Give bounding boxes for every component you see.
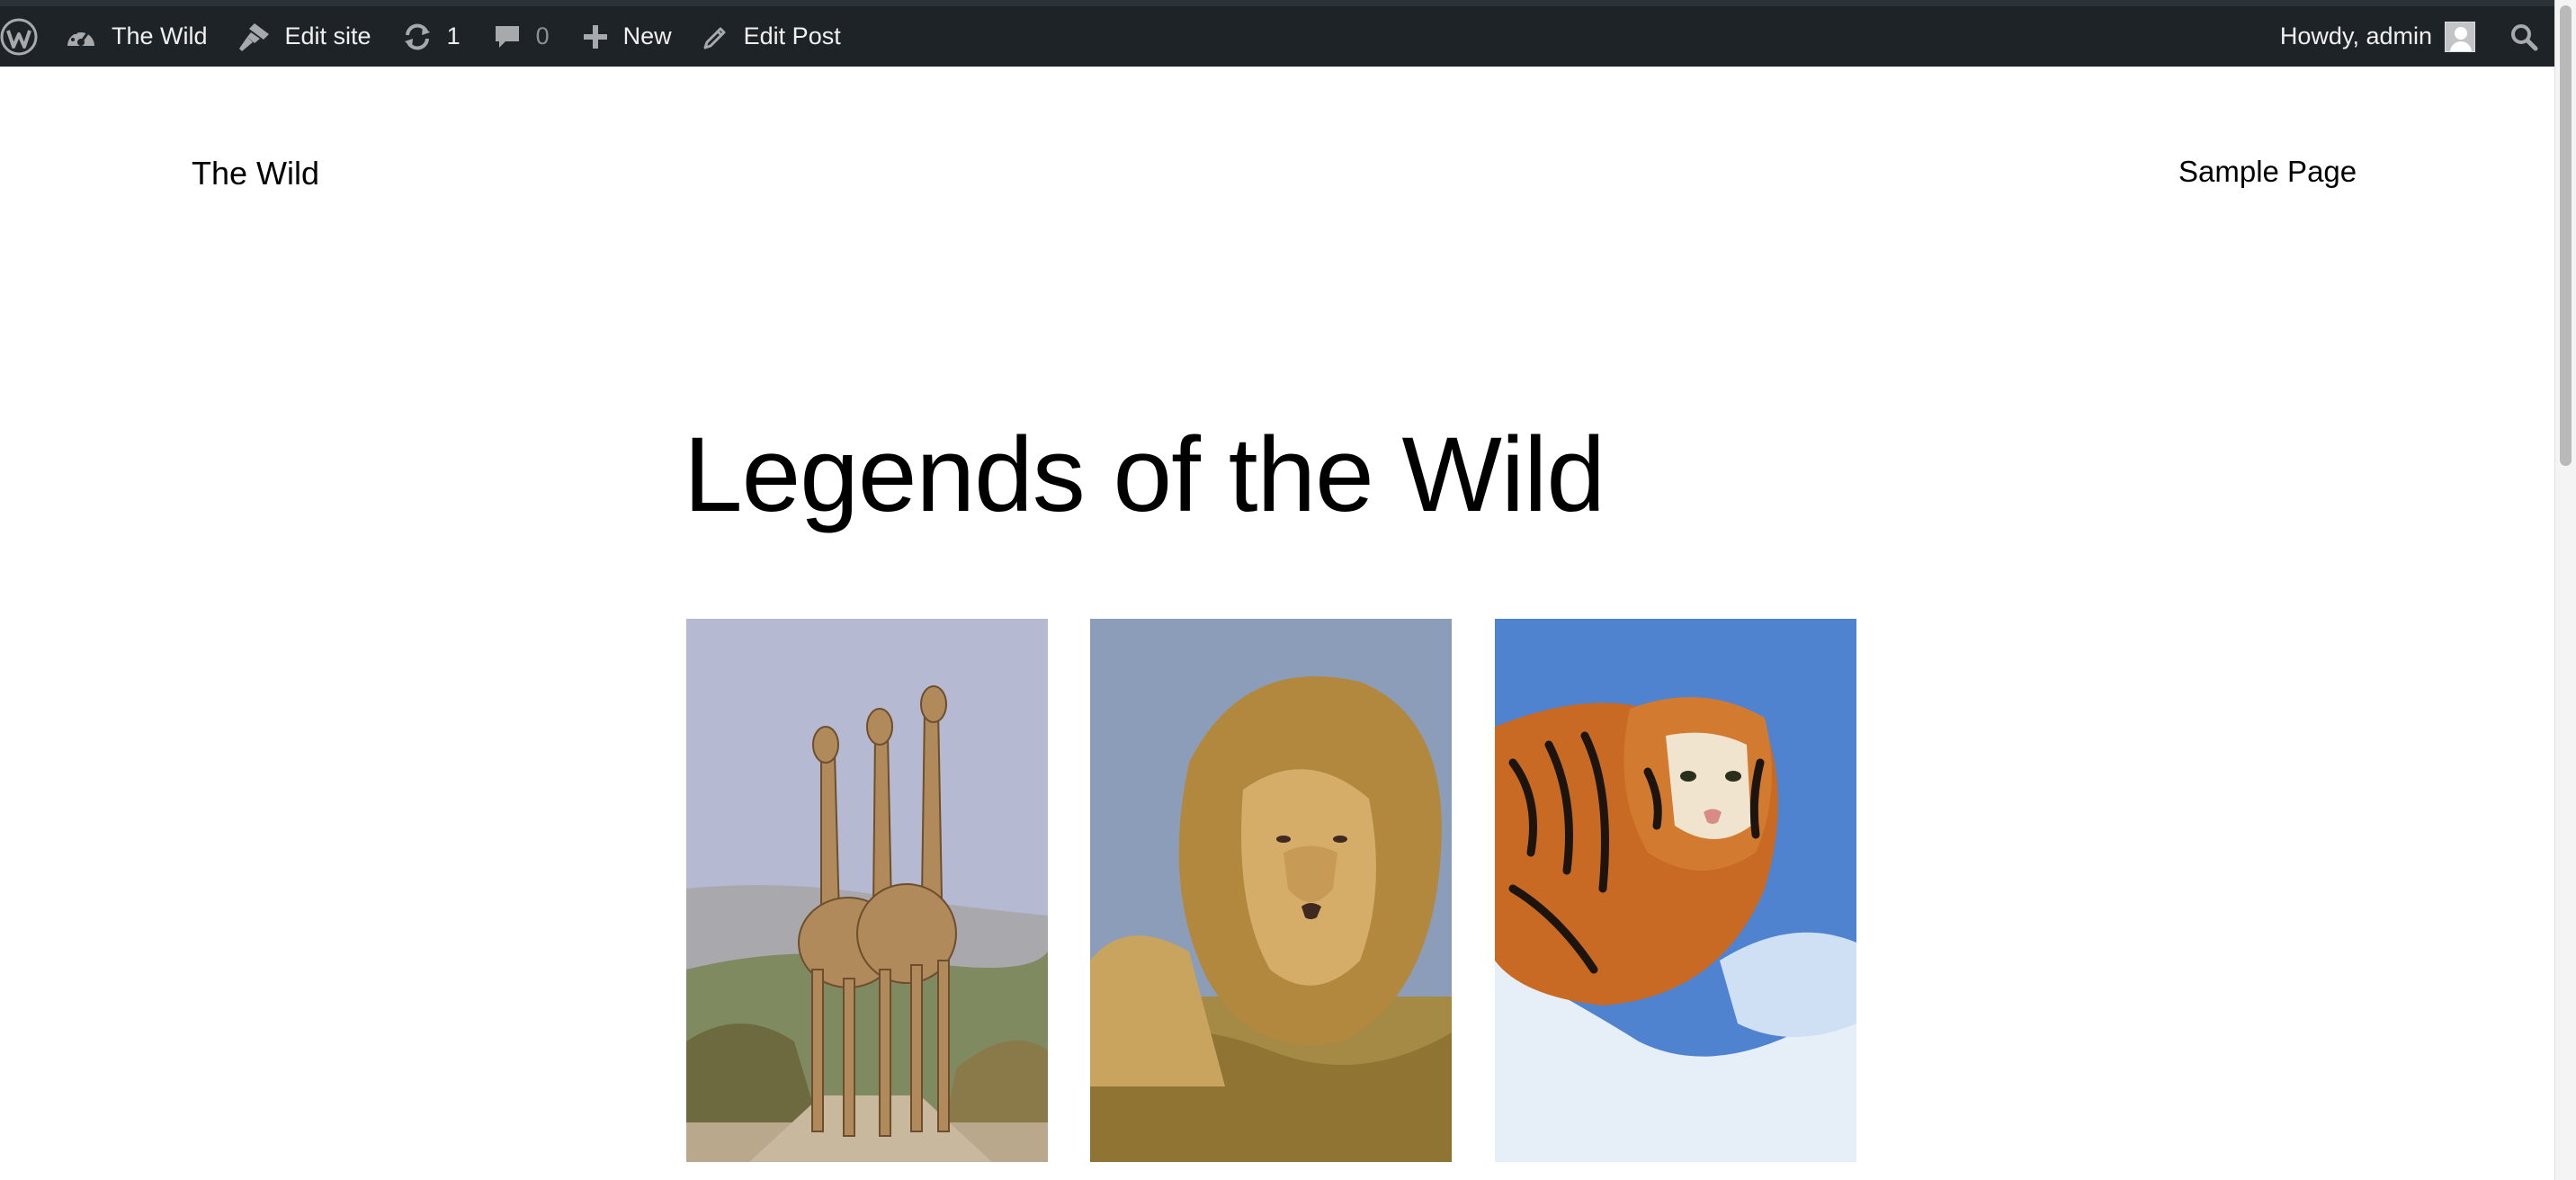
admin-search-toggle[interactable]: [2475, 6, 2554, 67]
avatar: [2445, 21, 2475, 52]
site-name-label: The Wild: [112, 22, 208, 49]
wp-logo-menu[interactable]: [0, 6, 49, 67]
howdy-label: Howdy, admin: [2279, 22, 2432, 49]
plus-icon: [582, 23, 609, 50]
pencil-icon: [702, 23, 729, 50]
edit-site-label: Edit site: [284, 22, 371, 49]
scrollbar-thumb[interactable]: [2560, 5, 2572, 466]
search-icon: [2509, 22, 2538, 51]
gallery-image-giraffes[interactable]: [686, 619, 1048, 1162]
comments-link[interactable]: 0: [493, 6, 582, 67]
page-scrollbar[interactable]: [2554, 0, 2576, 1180]
new-content-menu[interactable]: New: [582, 6, 702, 67]
edit-site-link[interactable]: Edit site: [238, 6, 402, 67]
admin-bar: The Wild Edit site 1 0 New Edit Post How…: [0, 0, 2554, 67]
admin-bar-secondary: Howdy, admin: [2280, 6, 2554, 67]
my-account-menu[interactable]: Howdy, admin: [2280, 6, 2475, 67]
brush-icon: [238, 22, 271, 52]
gallery-image-tiger[interactable]: [1495, 619, 1856, 1162]
gallery-image-lion[interactable]: [1090, 619, 1452, 1162]
post-title: Legends of the Wild: [684, 416, 1606, 534]
nav-item-sample-page[interactable]: Sample Page: [2178, 155, 2357, 189]
updates-link[interactable]: 1: [402, 6, 493, 67]
comment-bubble-icon: [493, 22, 522, 51]
edit-post-link[interactable]: Edit Post: [702, 6, 841, 67]
comments-count: 0: [535, 22, 550, 49]
updates-count: 1: [446, 22, 461, 49]
edit-post-label: Edit Post: [743, 22, 841, 49]
site-title[interactable]: The Wild: [192, 155, 319, 192]
dashboard-icon: [65, 22, 97, 51]
wordpress-logo-icon: [0, 18, 38, 56]
new-label: New: [622, 22, 672, 49]
site-name-menu[interactable]: The Wild: [49, 6, 238, 67]
updates-icon: [402, 22, 433, 52]
